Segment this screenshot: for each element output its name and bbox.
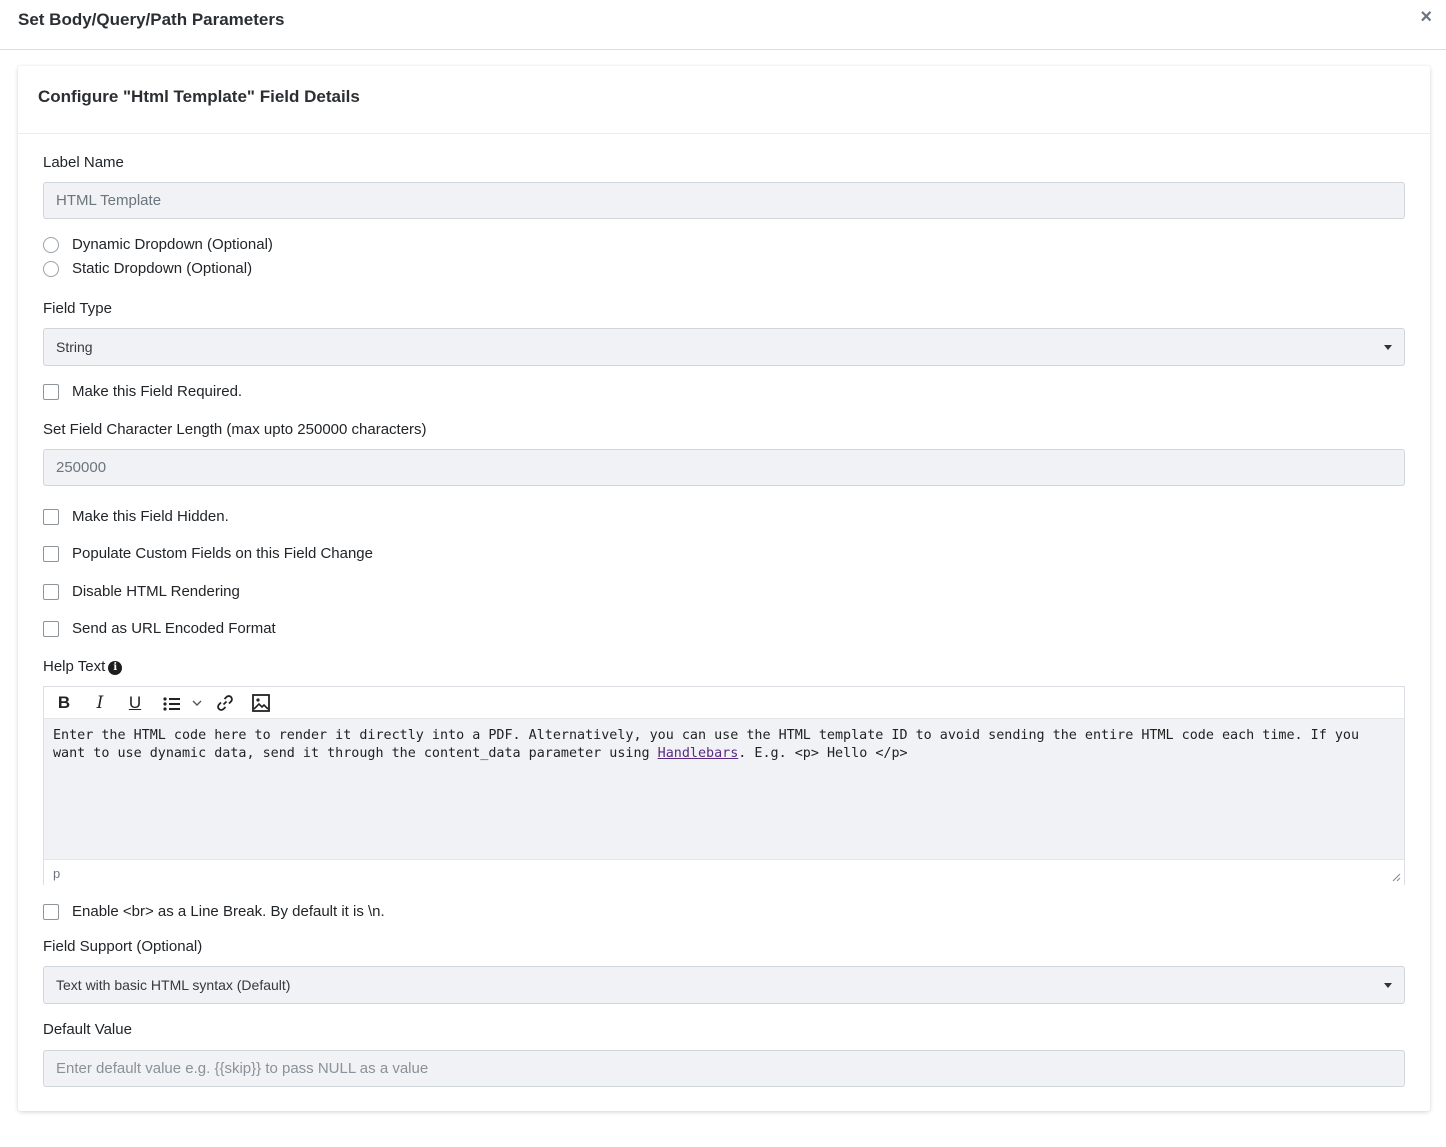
help-text-editor: B I U Enter the HTML code here to render… xyxy=(43,686,1405,885)
required-label: Make this Field Required. xyxy=(72,383,243,400)
field-support-select[interactable]: Text with basic HTML syntax (Default) xyxy=(43,966,1405,1004)
required-checkbox[interactable] xyxy=(43,384,59,400)
close-icon[interactable]: × xyxy=(1420,6,1432,29)
field-support-selected: Text with basic HTML syntax (Default) xyxy=(56,977,291,993)
field-type-label: Field Type xyxy=(43,300,112,317)
disable-html-rendering-label: Disable HTML Rendering xyxy=(72,583,240,600)
bold-icon[interactable]: B xyxy=(53,692,75,714)
bullet-list-icon[interactable] xyxy=(160,692,184,714)
dropdown-caret-icon xyxy=(1384,983,1392,988)
modal-header: Set Body/Query/Path Parameters × xyxy=(0,0,1446,50)
hidden-label: Make this Field Hidden. xyxy=(72,508,229,525)
hidden-checkbox[interactable] xyxy=(43,509,59,525)
help-text-label-text: Help Text xyxy=(43,658,106,675)
dynamic-dropdown-radio[interactable] xyxy=(43,237,59,253)
default-value-input[interactable]: Enter default value e.g. {{skip}} to pas… xyxy=(43,1050,1405,1087)
help-text-label: Help Text i xyxy=(43,658,123,675)
field-support-label: Field Support (Optional) xyxy=(43,938,203,955)
element-path[interactable]: p xyxy=(53,866,60,881)
url-encoded-checkbox[interactable] xyxy=(43,621,59,637)
populate-custom-fields-checkbox[interactable] xyxy=(43,546,59,562)
help-text-example: . E.g. <p> Hello </p> xyxy=(738,746,908,761)
field-type-select[interactable]: String xyxy=(43,328,1405,366)
info-circle-icon[interactable]: i xyxy=(108,661,123,675)
resize-handle-icon[interactable] xyxy=(1392,873,1401,882)
editor-toolbar: B I U xyxy=(44,687,1404,719)
label-name-label: Label Name xyxy=(43,154,124,171)
line-break-label: Enable <br> as a Line Break. By default … xyxy=(72,903,385,920)
dynamic-dropdown-label: Dynamic Dropdown (Optional) xyxy=(72,236,273,253)
chevron-down-icon[interactable] xyxy=(190,692,204,714)
italic-icon[interactable]: I xyxy=(89,692,111,714)
modal-title: Set Body/Query/Path Parameters xyxy=(18,10,285,29)
static-dropdown-label: Static Dropdown (Optional) xyxy=(72,260,253,277)
underline-icon[interactable]: U xyxy=(124,692,146,714)
dropdown-caret-icon xyxy=(1384,345,1392,350)
handlebars-link[interactable]: Handlebars xyxy=(658,746,739,761)
label-name-input[interactable]: HTML Template xyxy=(43,182,1405,219)
image-icon[interactable] xyxy=(250,692,272,714)
populate-custom-fields-label: Populate Custom Fields on this Field Cha… xyxy=(72,545,373,562)
disable-html-rendering-checkbox[interactable] xyxy=(43,584,59,600)
url-encoded-label: Send as URL Encoded Format xyxy=(72,620,276,637)
char-length-input[interactable]: 250000 xyxy=(43,449,1405,486)
help-text-content[interactable]: Enter the HTML code here to render it di… xyxy=(44,719,1404,859)
field-details-card: Configure "Html Template" Field Details … xyxy=(18,66,1430,1111)
card-header: Configure "Html Template" Field Details xyxy=(18,66,1430,134)
editor-statusbar: p xyxy=(44,859,1404,885)
static-dropdown-radio[interactable] xyxy=(43,261,59,277)
card-title: Configure "Html Template" Field Details xyxy=(38,87,360,106)
line-break-checkbox[interactable] xyxy=(43,904,59,920)
link-icon[interactable] xyxy=(214,692,236,714)
char-length-label: Set Field Character Length (max upto 250… xyxy=(43,421,427,438)
default-value-label: Default Value xyxy=(43,1021,132,1038)
field-type-selected: String xyxy=(56,339,93,355)
